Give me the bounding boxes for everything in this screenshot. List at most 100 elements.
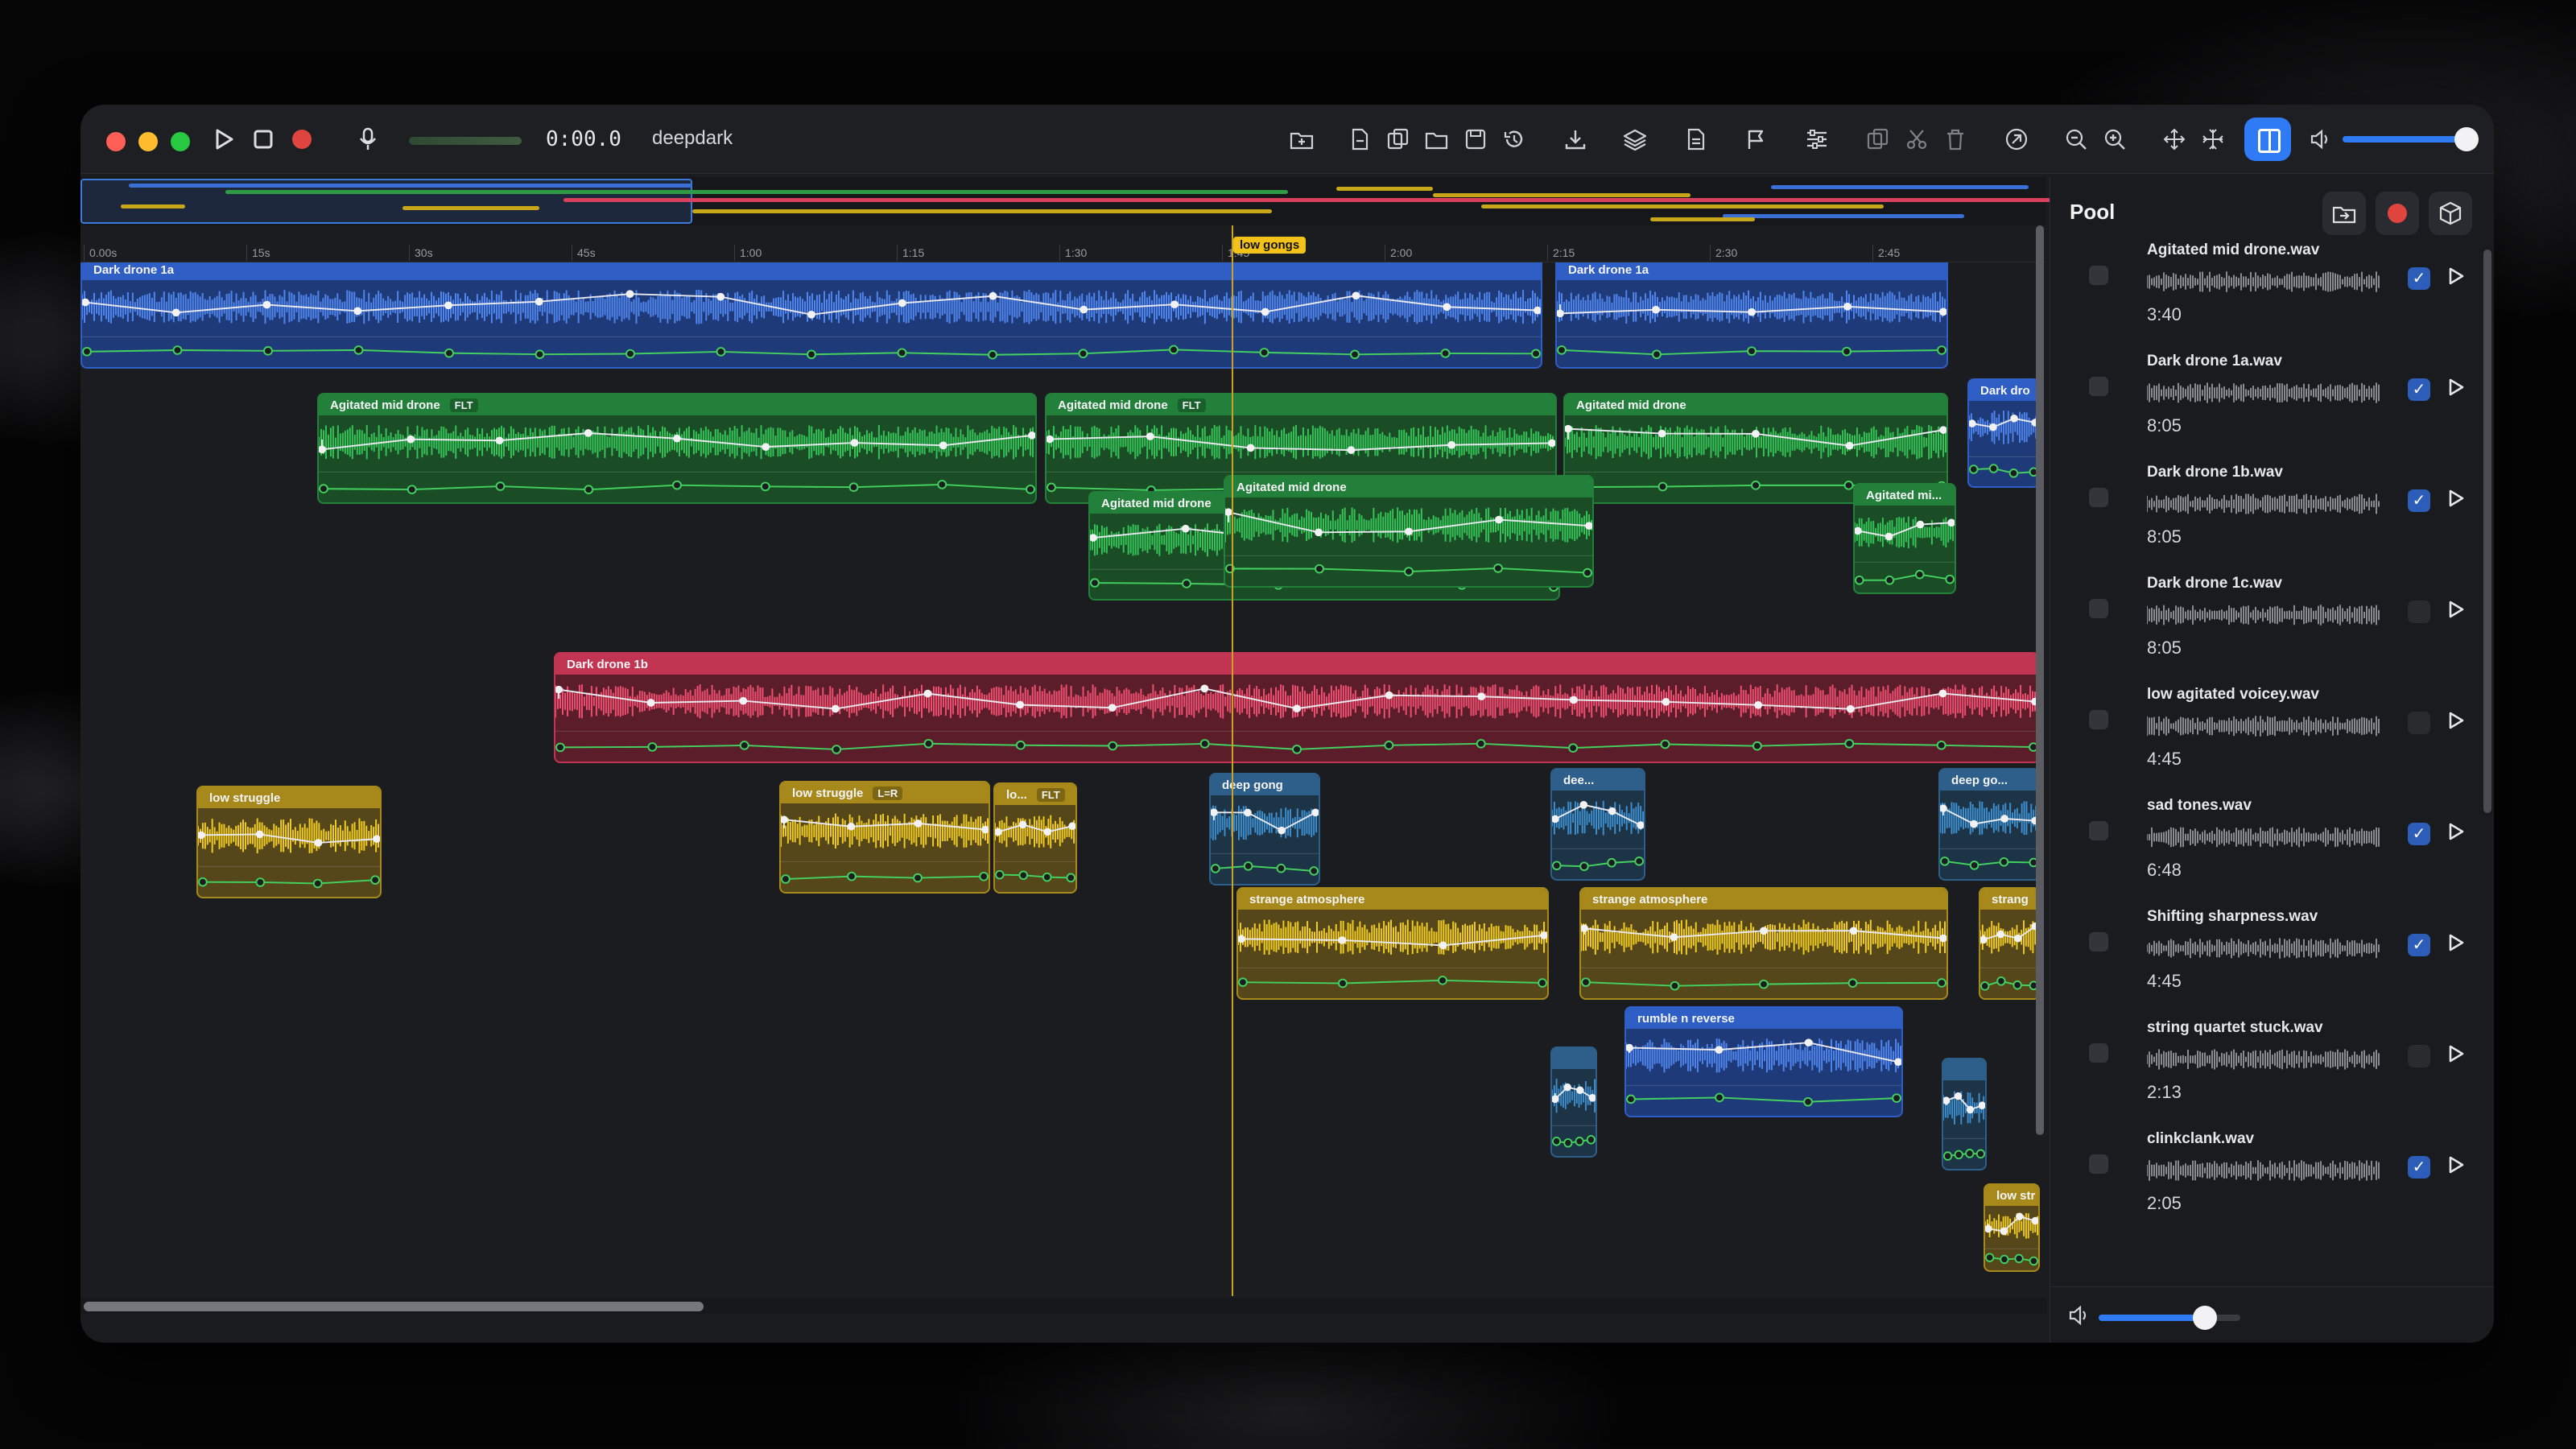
stop-icon[interactable] — [246, 122, 280, 156]
pool-item-enabled-checkbox[interactable]: ✓ — [2408, 378, 2430, 401]
clip-header[interactable]: low struggle L=R — [781, 782, 989, 803]
pool-item-select[interactable] — [2089, 266, 2108, 285]
audio-clip[interactable]: Dark drone 1a — [80, 262, 1542, 369]
clip-header[interactable]: rumble n reverse — [1626, 1008, 1901, 1029]
audio-clip[interactable]: low str — [1984, 1183, 2040, 1272]
timeline-overview[interactable] — [80, 177, 2061, 225]
clip-header[interactable] — [1943, 1059, 1985, 1080]
pool-item-select[interactable] — [2089, 1154, 2108, 1174]
audio-clip[interactable]: Dark drone 1a — [1555, 262, 1948, 369]
pool-item-enabled-checkbox[interactable]: ✓ — [2408, 823, 2430, 845]
clip-header[interactable]: strange atmosphere — [1581, 889, 1946, 910]
play-icon[interactable] — [2442, 375, 2471, 404]
flag-icon[interactable] — [1739, 122, 1773, 156]
pool-item[interactable]: Agitated mid drone.wav 3:40 ✓ — [2050, 230, 2494, 341]
pool-item-select[interactable] — [2089, 1043, 2108, 1063]
play-icon[interactable] — [2442, 708, 2471, 737]
pool-item-enabled-checkbox[interactable] — [2408, 712, 2430, 734]
play-icon[interactable] — [2442, 486, 2471, 515]
play-icon[interactable] — [2442, 931, 2471, 960]
clip-header[interactable]: low str — [1985, 1185, 2038, 1206]
track-area[interactable]: Dark drone 1a Dark drone 1a Dark dro Agitat… — [80, 262, 2046, 1296]
vertical-scroll-thumb[interactable] — [2036, 225, 2044, 1135]
play-icon[interactable] — [2442, 819, 2471, 848]
history-icon[interactable] — [1497, 122, 1531, 156]
play-icon[interactable] — [208, 122, 242, 156]
time-ruler[interactable]: 0.00s 15s 30s 45s 1:00 1:15 1:30 1:45 2:… — [80, 225, 2046, 262]
new-file-icon[interactable] — [1343, 122, 1377, 156]
collapse-icon[interactable] — [2196, 122, 2230, 156]
minimize-window-button[interactable] — [138, 132, 158, 151]
audio-clip[interactable]: rumble n reverse — [1624, 1006, 1903, 1117]
play-icon[interactable] — [2442, 597, 2471, 626]
pool-item-enabled-checkbox[interactable]: ✓ — [2408, 934, 2430, 956]
clip-header[interactable] — [1552, 1048, 1596, 1069]
pool-volume-slider[interactable] — [2099, 1306, 2240, 1330]
clip-header[interactable]: Agitated mid drone — [1565, 394, 1946, 415]
audio-clip[interactable]: Dark drone 1b — [554, 652, 2040, 763]
playhead[interactable] — [1232, 225, 1233, 1296]
master-volume-knob[interactable] — [2454, 127, 2479, 151]
pool-item[interactable]: string quartet stuck.wav 2:13 — [2050, 1008, 2494, 1119]
pool-item[interactable]: Dark drone 1a.wav 8:05 ✓ — [2050, 341, 2494, 452]
audio-clip[interactable]: Dark dro — [1967, 378, 2040, 488]
audio-clip[interactable]: lo... FLT — [993, 782, 1077, 894]
record-icon[interactable] — [285, 122, 319, 156]
pool-item-select[interactable] — [2089, 821, 2108, 840]
split-view-button[interactable] — [2244, 118, 2291, 161]
layers-icon[interactable] — [1618, 122, 1652, 156]
audio-clip[interactable]: low struggle L=R — [779, 781, 990, 894]
pool-item[interactable]: Dark drone 1c.wav 8:05 — [2050, 564, 2494, 675]
audio-clip[interactable]: deep go... — [1938, 768, 2040, 881]
pool-item-enabled-checkbox[interactable]: ✓ — [2408, 267, 2430, 290]
pool-item[interactable]: low agitated voicey.wav 4:45 — [2050, 675, 2494, 786]
pool-item-select[interactable] — [2089, 599, 2108, 618]
download-icon[interactable] — [1558, 122, 1592, 156]
microphone-icon[interactable] — [351, 122, 385, 156]
pool-item-select[interactable] — [2089, 377, 2108, 396]
pool-scrollbar[interactable] — [2483, 250, 2491, 813]
play-icon[interactable] — [2442, 264, 2471, 293]
duplicate-icon[interactable] — [1381, 122, 1415, 156]
horizontal-scrollbar[interactable] — [80, 1298, 2046, 1314]
pool-item[interactable]: sad tones.wav 6:48 ✓ — [2050, 786, 2494, 897]
audio-clip[interactable] — [1550, 1046, 1597, 1158]
copy-icon[interactable] — [1861, 122, 1895, 156]
import-folder-icon[interactable] — [1285, 122, 1319, 156]
clip-header[interactable]: Dark drone 1a — [1557, 262, 1946, 280]
clip-header[interactable]: Agitated mid drone — [1225, 477, 1592, 497]
play-icon[interactable] — [2442, 1153, 2471, 1182]
clip-header[interactable]: Dark drone 1a — [82, 262, 1541, 280]
pool-item-enabled-checkbox[interactable] — [2408, 601, 2430, 623]
clip-header[interactable]: Dark dro — [1969, 380, 2038, 401]
clip-header[interactable]: Agitated mid drone FLT — [319, 394, 1035, 415]
clip-header[interactable]: strange atmosphere — [1238, 889, 1547, 910]
scissors-icon[interactable] — [1900, 122, 1934, 156]
clip-header[interactable]: Agitated mid drone FLT — [1046, 394, 1555, 415]
pool-item-enabled-checkbox[interactable]: ✓ — [2408, 489, 2430, 512]
mixer-icon[interactable] — [1800, 122, 1834, 156]
expand-icon[interactable] — [2157, 122, 2191, 156]
save-icon[interactable] — [1459, 122, 1492, 156]
horizontal-scroll-thumb[interactable] — [84, 1302, 704, 1311]
pool-item-select[interactable] — [2089, 488, 2108, 507]
clip-header[interactable]: dee... — [1552, 770, 1644, 791]
clip-header[interactable]: deep gong — [1211, 774, 1319, 795]
pool-item-enabled-checkbox[interactable]: ✓ — [2408, 1156, 2430, 1179]
pool-item-select[interactable] — [2089, 932, 2108, 952]
clip-header[interactable]: strang — [1980, 889, 2038, 910]
clip-header[interactable]: Agitated mi... — [1855, 485, 1955, 506]
link-icon[interactable] — [2000, 122, 2033, 156]
zoom-out-icon[interactable] — [2059, 122, 2093, 156]
clip-header[interactable]: deep go... — [1940, 770, 2038, 791]
audio-clip[interactable]: strange atmosphere — [1236, 887, 1549, 1000]
document-icon[interactable] — [1679, 122, 1713, 156]
clip-header[interactable]: lo... FLT — [995, 784, 1075, 805]
pool-item[interactable]: Shifting sharpness.wav 4:45 ✓ — [2050, 897, 2494, 1008]
audio-clip[interactable]: Agitated mid drone — [1224, 475, 1594, 588]
audio-clip[interactable]: deep gong — [1209, 773, 1320, 886]
clip-header[interactable]: Dark drone 1b — [555, 654, 2038, 675]
timeline-marker[interactable]: low gongs — [1233, 237, 1307, 254]
pool-item[interactable]: clinkclank.wav 2:05 ✓ — [2050, 1119, 2494, 1230]
audio-clip[interactable]: Agitated mi... — [1853, 483, 1956, 594]
